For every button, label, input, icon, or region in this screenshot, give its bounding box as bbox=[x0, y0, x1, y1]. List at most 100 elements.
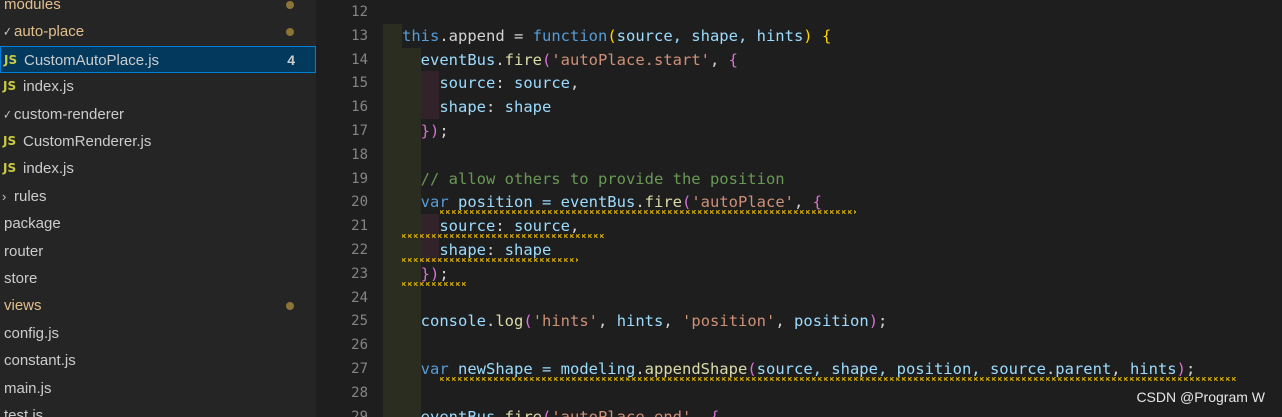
code-token: . bbox=[1045, 360, 1056, 378]
explorer-item[interactable]: JS index.js bbox=[0, 155, 316, 182]
explorer-item[interactable]: ✓ auto-place bbox=[0, 18, 316, 45]
line-number: 24 bbox=[351, 289, 368, 306]
line-number: 16 bbox=[351, 99, 368, 116]
explorer-item[interactable]: router bbox=[0, 238, 316, 265]
line-number: 18 bbox=[351, 146, 368, 163]
line-number: 20 bbox=[351, 194, 368, 211]
code-token: , bbox=[793, 193, 813, 212]
explorer-item-label: modules bbox=[4, 0, 61, 13]
code-token: fire bbox=[504, 50, 542, 69]
code-token: shape bbox=[402, 241, 486, 259]
explorer-item[interactable]: › rules bbox=[0, 183, 316, 210]
explorer-item-label: constant.js bbox=[4, 352, 76, 370]
warning-squiggle bbox=[440, 210, 856, 215]
code-line[interactable]: this.append = function(source, shape, hi… bbox=[402, 24, 831, 48]
code-line[interactable]: }); bbox=[402, 119, 449, 143]
code-token: { bbox=[710, 407, 720, 417]
explorer-item[interactable]: ✓ custom-renderer bbox=[0, 101, 316, 128]
code-token: source bbox=[514, 74, 570, 93]
explorer-item-label: router bbox=[4, 242, 44, 260]
code-token: source bbox=[402, 74, 496, 93]
explorer-item[interactable]: constant.js bbox=[0, 347, 316, 374]
code-token: ; bbox=[439, 122, 449, 140]
code-token: , bbox=[1111, 360, 1130, 378]
explorer-item[interactable]: modules bbox=[0, 0, 316, 18]
code-token: source bbox=[514, 217, 570, 236]
code-token: source bbox=[402, 217, 496, 236]
explorer-item[interactable]: store bbox=[0, 265, 316, 292]
code-token: . bbox=[495, 50, 505, 69]
code-token: , bbox=[570, 217, 580, 236]
code-token: : bbox=[486, 241, 505, 259]
chevron-down-icon: ✓ bbox=[3, 106, 12, 122]
js-file-icon: JS bbox=[3, 79, 17, 94]
code-line[interactable]: console.log('hints', hints, 'position', … bbox=[402, 309, 888, 333]
code-token: position = eventBus bbox=[448, 193, 636, 212]
code-token: // allow others to provide the position bbox=[402, 169, 785, 188]
line-number: 27 bbox=[351, 361, 368, 377]
code-token: source, shape, position, source bbox=[756, 360, 1046, 378]
line-number: 21 bbox=[351, 218, 368, 235]
code-token: ) bbox=[430, 264, 440, 283]
code-token: , bbox=[691, 407, 710, 417]
explorer-item-label: auto-place bbox=[14, 23, 85, 41]
code-token: { bbox=[812, 193, 822, 212]
explorer-item[interactable]: JS CustomAutoPlace.js 4 bbox=[0, 45, 316, 73]
code-token: 'autoPlace.start' bbox=[551, 50, 710, 69]
explorer-item[interactable]: JS index.js bbox=[0, 73, 316, 100]
explorer-item[interactable]: main.js bbox=[0, 375, 316, 402]
code-line[interactable]: eventBus.fire('autoPlace.start', { bbox=[402, 48, 738, 72]
code-token: ( bbox=[681, 193, 692, 212]
explorer-item-label: rules bbox=[14, 187, 47, 205]
code-token: var bbox=[402, 360, 449, 378]
code-token: hints bbox=[616, 312, 664, 331]
code-token: 'autoPlace.end' bbox=[551, 407, 692, 417]
code-token: function bbox=[532, 26, 608, 45]
explorer-item[interactable]: package bbox=[0, 210, 316, 237]
explorer-item[interactable]: config.js bbox=[0, 320, 316, 347]
code-line[interactable]: eventBus.fire('autoPlace.end', { bbox=[402, 405, 720, 417]
explorer-item-label: test.js bbox=[4, 407, 44, 417]
code-line[interactable]: source: source, bbox=[402, 71, 579, 95]
warning-squiggle bbox=[402, 234, 606, 239]
line-number: 13 bbox=[351, 27, 368, 44]
code-token: parent bbox=[1055, 360, 1112, 378]
explorer-item-label: main.js bbox=[4, 379, 52, 397]
line-number: 15 bbox=[351, 75, 368, 92]
modified-dot-icon bbox=[286, 1, 294, 9]
code-token: .append = bbox=[439, 26, 533, 45]
line-number: 26 bbox=[351, 337, 368, 354]
watermark: CSDN @Program W bbox=[1136, 389, 1265, 405]
code-token: fire bbox=[504, 407, 542, 417]
code-token: ) bbox=[868, 312, 879, 331]
code-token: var bbox=[402, 193, 449, 212]
code-token: hints bbox=[1129, 360, 1177, 378]
explorer-item[interactable]: JS CustomRenderer.js bbox=[0, 128, 316, 155]
explorer-item-label: views bbox=[4, 297, 42, 315]
explorer-item-label: store bbox=[4, 270, 38, 287]
code-token: , bbox=[709, 50, 729, 69]
code-token: fire bbox=[644, 193, 682, 212]
line-number: 22 bbox=[351, 242, 368, 258]
code-token: . bbox=[495, 407, 505, 417]
problems-badge: 4 bbox=[287, 51, 295, 68]
code-line[interactable]: shape: shape bbox=[402, 95, 551, 119]
modified-dot-icon bbox=[286, 302, 294, 311]
explorer-item[interactable]: views bbox=[0, 292, 316, 319]
code-token: . bbox=[635, 360, 645, 378]
code-token: 'position' bbox=[682, 312, 776, 331]
code-token: ( bbox=[542, 407, 552, 417]
code-token: , bbox=[775, 312, 795, 331]
code-token: : bbox=[486, 98, 505, 117]
code-editor[interactable]: 12 13 14 15 16 17 18 19 20 21 22 23 24 25 26 27 28 29 thi… bbox=[316, 0, 1282, 417]
code-token: log bbox=[495, 312, 524, 331]
code-token: position bbox=[794, 312, 869, 331]
code-token: { bbox=[821, 26, 832, 45]
code-token: , bbox=[663, 312, 683, 331]
explorer-item[interactable]: test.js bbox=[0, 402, 316, 417]
explorer-item-label: index.js bbox=[23, 160, 74, 178]
code-line[interactable]: // allow others to provide the position bbox=[402, 167, 785, 191]
code-token: 'hints' bbox=[532, 312, 599, 331]
code-token: 'autoPlace' bbox=[691, 193, 794, 212]
code-token: appendShape bbox=[644, 360, 748, 378]
